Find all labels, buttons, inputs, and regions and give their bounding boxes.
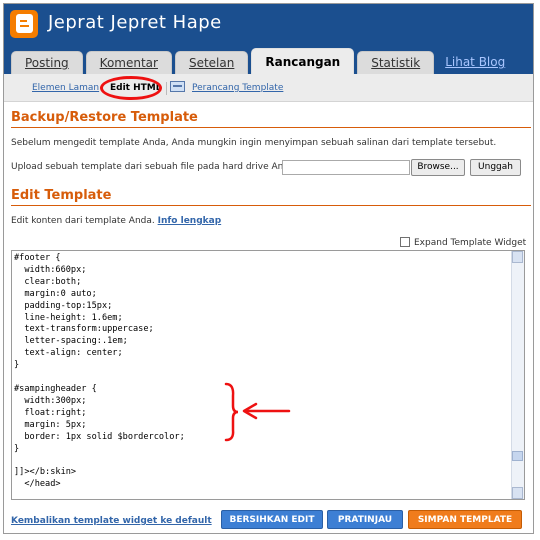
edit-template-description: Edit konten dari template Anda. Info len…: [11, 216, 221, 226]
sub-navigation: Elemen Laman Edit HTML Perancang Templat…: [4, 74, 533, 102]
upload-label: Upload sebuah template dari sebuah file …: [11, 162, 298, 172]
highlight-circle-annotation: [100, 76, 162, 100]
view-blog-link[interactable]: Lihat Blog: [437, 51, 513, 74]
info-link[interactable]: Info lengkap: [158, 216, 222, 226]
tab-komentar[interactable]: Komentar: [85, 51, 172, 74]
backup-heading: Backup/Restore Template: [11, 110, 198, 125]
revert-template-link[interactable]: Kembalikan template widget ke default: [11, 516, 212, 526]
backup-description: Sebelum mengedit template Anda, Anda mun…: [11, 138, 497, 148]
scroll-up-icon[interactable]: [512, 251, 523, 263]
scroll-thumb[interactable]: [512, 451, 523, 461]
subnav-page-elements[interactable]: Elemen Laman: [32, 83, 99, 93]
browse-button[interactable]: Browse...: [411, 159, 465, 176]
edit-template-divider: [11, 205, 531, 206]
blog-header: Jeprat Jepret Hape Posting Komentar Sete…: [4, 4, 533, 74]
backup-divider: [11, 127, 531, 128]
scroll-down-icon[interactable]: [512, 487, 523, 499]
tab-statistik[interactable]: Statistik: [357, 51, 435, 74]
clear-edits-button[interactable]: BERSIHKAN EDIT: [221, 510, 323, 529]
save-template-button[interactable]: SIMPAN TEMPLATE: [408, 510, 522, 529]
tab-posting[interactable]: Posting: [11, 51, 83, 74]
app-window: Jeprat Jepret Hape Posting Komentar Sete…: [3, 3, 534, 534]
upload-button[interactable]: Unggah: [470, 159, 521, 176]
preview-button[interactable]: PRATINJAU: [327, 510, 403, 529]
tab-rancangan[interactable]: Rancangan: [251, 48, 355, 74]
expand-widget-label: Expand Template Widget: [414, 238, 527, 248]
edit-template-heading: Edit Template: [11, 188, 112, 203]
main-tabs: Posting Komentar Setelan Rancangan Stati…: [11, 48, 516, 74]
template-code-editor[interactable]: #footer { width:660px; clear:both; margi…: [11, 250, 525, 500]
template-designer-icon: [170, 81, 185, 92]
upload-file-field[interactable]: [282, 160, 410, 175]
editor-scrollbar[interactable]: [511, 251, 524, 499]
edit-description-text: Edit konten dari template Anda.: [11, 216, 155, 226]
expand-widget-checkbox[interactable]: [400, 237, 410, 247]
subnav-template-designer[interactable]: Perancang Template: [192, 83, 283, 93]
blog-title: Jeprat Jepret Hape: [48, 12, 222, 33]
subnav-divider: [166, 82, 167, 95]
template-code[interactable]: #footer { width:660px; clear:both; margi…: [14, 253, 510, 497]
blogger-logo-icon: [10, 10, 38, 38]
tab-setelan[interactable]: Setelan: [174, 51, 249, 74]
